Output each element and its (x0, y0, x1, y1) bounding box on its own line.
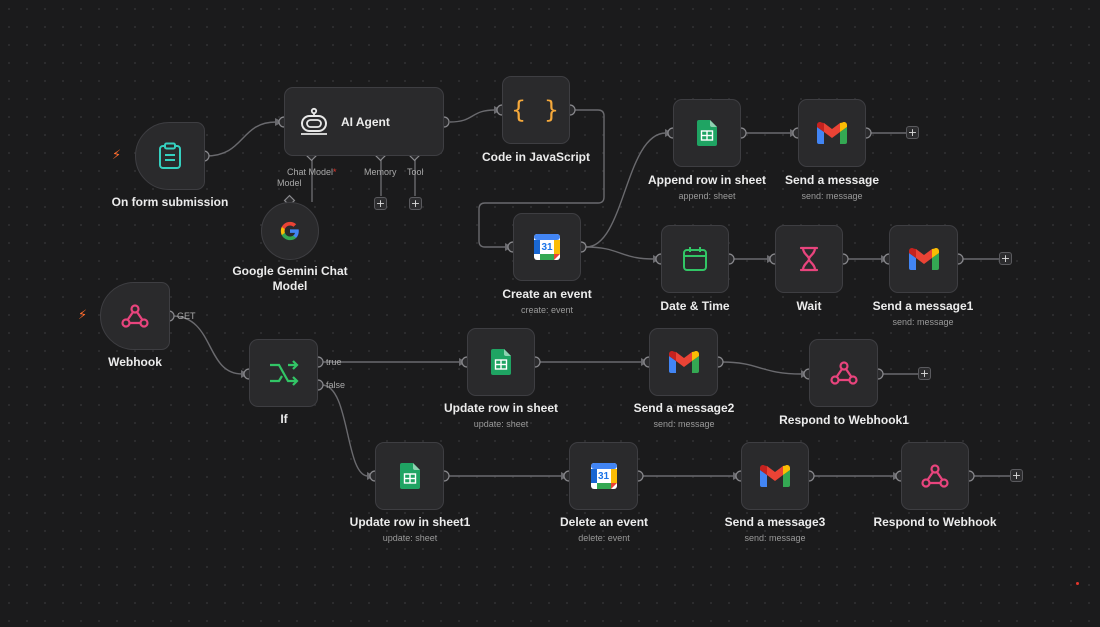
delete-event-sub: delete: event (578, 533, 630, 543)
code-javascript-label: Code in JavaScript (481, 150, 591, 164)
google-calendar-icon: 31 (590, 462, 618, 490)
if-node[interactable] (249, 339, 318, 407)
trigger-bolt-icon: ⚡ (112, 148, 122, 163)
delete-event-node[interactable]: 31 (569, 442, 638, 510)
hourglass-icon (798, 246, 820, 272)
google-calendar-icon: 31 (533, 233, 561, 261)
send-message1-label: Send a message1 (872, 299, 974, 313)
create-event-sub: create: event (520, 305, 574, 315)
webhook-icon (921, 463, 949, 489)
send-message1-sub: send: message (892, 317, 954, 327)
send-message1-node[interactable] (889, 225, 958, 293)
send-message3-label: Send a message3 (724, 515, 826, 529)
google-sheets-icon (697, 120, 717, 146)
wait-label: Wait (796, 299, 822, 313)
gmail-icon (668, 351, 699, 373)
webhook-icon (121, 303, 149, 329)
form-trigger-label: On form submission (111, 195, 229, 209)
webhook-method-label: GET (177, 311, 196, 321)
if-label: If (280, 412, 288, 426)
wire-webhook-to-if (171, 315, 243, 375)
webhook-node[interactable] (100, 282, 170, 350)
update-row-label: Update row in sheet (443, 401, 559, 415)
gemini-model-port-label: Model (277, 178, 302, 188)
wire-form-to-agent (205, 121, 277, 157)
send-message-sub: send: message (801, 191, 863, 201)
update-row1-sub: update: sheet (382, 533, 438, 543)
chat-model-port-label: Chat Model* (287, 167, 337, 177)
ai-agent-node[interactable]: AI Agent (284, 87, 444, 156)
gmail-icon (760, 465, 790, 487)
add-node-after-send-message-button[interactable]: + (906, 126, 919, 139)
if-false-label: false (326, 380, 346, 390)
gemini-chat-model-node[interactable] (261, 202, 319, 260)
respond-webhook-label: Respond to Webhook (873, 515, 997, 529)
webhook-label: Webhook (108, 355, 162, 369)
wire-event-to-datetime (585, 246, 655, 260)
append-row-node[interactable] (673, 99, 741, 167)
tool-port-label: Tool (407, 167, 424, 177)
wire-if-false-to-update1 (321, 384, 369, 477)
wire-agent-to-code (449, 109, 496, 123)
update-row1-label: Update row in sheet1 (349, 515, 471, 529)
append-row-label: Append row in sheet (647, 173, 767, 187)
respond-webhook1-label: Respond to Webhook1 (779, 413, 909, 427)
send-message3-node[interactable] (741, 442, 809, 510)
respond-webhook-node[interactable] (901, 442, 969, 510)
calendar-icon (682, 246, 708, 272)
date-time-node[interactable] (661, 225, 729, 293)
gmail-icon (817, 122, 847, 144)
send-message2-sub: send: message (653, 419, 715, 429)
wire-event-to-append (585, 132, 667, 248)
robot-icon (299, 107, 329, 137)
wire-send2-to-respond1 (721, 361, 803, 375)
memory-port-label: Memory (364, 167, 397, 177)
gemini-label: Google Gemini Chat Model (232, 264, 348, 293)
wait-node[interactable] (775, 225, 843, 293)
if-true-label: true (326, 357, 342, 367)
respond-webhook1-node[interactable] (809, 339, 878, 407)
send-message2-node[interactable] (649, 328, 718, 396)
status-dot (1076, 582, 1079, 585)
webhook-bolt-icon: ⚡ (78, 308, 88, 323)
create-event-label: Create an event (502, 287, 592, 301)
gmail-icon (908, 248, 939, 270)
send-message2-label: Send a message2 (633, 401, 735, 415)
add-node-after-respond-webhook-button[interactable]: + (1010, 469, 1023, 482)
delete-event-label: Delete an event (559, 515, 649, 529)
add-node-after-respond-webhook1-button[interactable]: + (918, 367, 931, 380)
create-event-node[interactable]: 31 (513, 213, 581, 281)
branch-icon (269, 360, 299, 386)
send-message-label: Send a message (784, 173, 880, 187)
google-icon (279, 220, 301, 242)
add-tool-button[interactable]: + (409, 197, 422, 210)
webhook-icon (829, 360, 858, 386)
form-trigger-node[interactable] (135, 122, 205, 190)
update-row1-node[interactable] (375, 442, 444, 510)
add-memory-button[interactable]: + (374, 197, 387, 210)
update-row-node[interactable] (467, 328, 535, 396)
date-time-label: Date & Time (660, 299, 730, 313)
curly-braces-icon: { } (511, 96, 561, 124)
clipboard-icon (157, 142, 183, 170)
code-javascript-node[interactable]: { } (502, 76, 570, 144)
send-message-node[interactable] (798, 99, 866, 167)
append-row-sub: append: sheet (678, 191, 736, 201)
update-row-sub: update: sheet (473, 419, 529, 429)
ai-agent-title: AI Agent (341, 114, 390, 129)
send-message3-sub: send: message (744, 533, 806, 543)
google-sheets-icon (399, 463, 420, 489)
google-sheets-icon (491, 349, 511, 375)
add-node-after-send-message1-button[interactable]: + (999, 252, 1012, 265)
